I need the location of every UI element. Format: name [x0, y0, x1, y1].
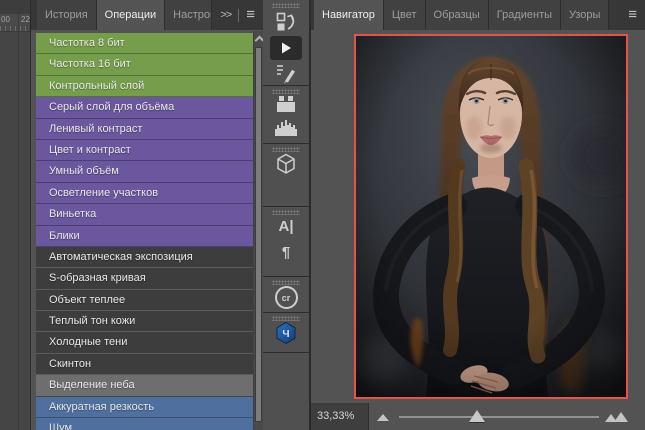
tab-actions[interactable]: Операции	[96, 0, 166, 30]
actions-scrollbar[interactable]	[253, 31, 265, 430]
cr-text: cr	[281, 292, 291, 303]
actions-tabbar: История Операции Настройки >> ≡	[31, 0, 263, 30]
actions-list: Частотка 8 бит Частотка 16 бит Контрольн…	[36, 33, 253, 430]
tab-swatches[interactable]: Образцы	[425, 0, 489, 30]
libraries-icon[interactable]	[263, 95, 309, 113]
tab-history[interactable]: История	[37, 0, 97, 30]
character-panel-icon[interactable]: A|	[263, 219, 309, 234]
zoom-slider-track[interactable]	[399, 416, 599, 418]
action-item[interactable]: Частотка 8 бит	[36, 33, 253, 55]
separator	[238, 8, 240, 22]
navigator-tabbar: Навигатор Цвет Образцы Градиенты Узоры ≡	[311, 0, 645, 30]
action-item[interactable]: Частотка 16 бит	[36, 54, 253, 76]
action-item[interactable]: Ленивый контраст	[36, 118, 253, 140]
tab-color[interactable]: Цвет	[383, 0, 426, 30]
tab-navigator[interactable]: Навигатор	[314, 0, 384, 30]
zoom-slider-thumb[interactable]	[469, 410, 485, 422]
plugin-icon[interactable]: Ч	[263, 321, 309, 345]
horizontal-ruler: 00 22	[0, 14, 30, 32]
group-drag-handle[interactable]	[272, 89, 300, 94]
ruler-mark: 22	[21, 15, 30, 24]
collapse-chevrons-icon[interactable]: >>	[220, 9, 232, 21]
panel-menu-icon[interactable]: ≡	[628, 0, 637, 30]
paragraph-glyph: ¶	[281, 244, 291, 261]
group-drag-handle[interactable]	[272, 280, 300, 285]
histogram-icon[interactable]	[263, 117, 309, 137]
action-item[interactable]: S-образная кривая	[36, 268, 253, 290]
ruler-ticks	[0, 26, 30, 31]
action-item[interactable]: Контрольный слой	[36, 75, 253, 98]
svg-text:Ч: Ч	[282, 329, 289, 340]
action-item[interactable]: Шум	[36, 418, 253, 430]
action-item[interactable]: Блики	[36, 225, 253, 247]
ruler-mark: 00	[1, 15, 10, 24]
action-item[interactable]: Теплый тон кожи	[36, 311, 253, 333]
group-divider	[263, 276, 309, 277]
action-item[interactable]: Холодные тени	[36, 332, 253, 354]
group-divider	[263, 352, 309, 353]
actions-panel: История Операции Настройки >> ≡ Частотка…	[30, 0, 265, 430]
tab-patterns[interactable]: Узоры	[561, 0, 610, 30]
action-item[interactable]: Объект теплее	[36, 289, 253, 312]
scrollbar-thumb[interactable]	[255, 47, 262, 422]
camera-raw-icon[interactable]: cr	[263, 286, 309, 309]
zoom-out-icon[interactable]	[377, 414, 389, 421]
group-divider	[263, 143, 309, 144]
preview-portrait-image	[356, 36, 626, 397]
panel-menu-icon[interactable]: ≡	[246, 0, 255, 30]
navigator-panel: Навигатор Цвет Образцы Градиенты Узоры ≡	[310, 0, 645, 430]
guide-line	[18, 0, 19, 430]
action-item[interactable]: Скинтон	[36, 353, 253, 376]
action-item[interactable]: Умный объём	[36, 161, 253, 183]
group-divider	[263, 312, 309, 313]
document-canvas-strip: 00 22	[0, 0, 30, 430]
tab-gradients[interactable]: Градиенты	[488, 0, 562, 30]
tab-adjustments[interactable]: Настройки	[165, 0, 213, 30]
play-button[interactable]	[270, 36, 302, 60]
action-item[interactable]: Виньетка	[36, 204, 253, 226]
action-item[interactable]: Осветление участков	[36, 182, 253, 205]
navigator-preview[interactable]	[354, 34, 628, 399]
action-item[interactable]: Серый слой для объёма	[36, 97, 253, 119]
action-item-selected[interactable]: Выделение неба	[36, 375, 253, 397]
3d-panel-icon[interactable]	[263, 152, 309, 176]
action-item[interactable]: Аккуратная резкость	[36, 396, 253, 419]
tool-presets-icon[interactable]	[263, 62, 309, 84]
action-item[interactable]: Автоматическая экспозиция	[36, 246, 253, 269]
group-divider	[263, 206, 309, 207]
action-item[interactable]: Цвет и контраст	[36, 139, 253, 162]
navigator-zoom-bar: 33,33%	[311, 403, 645, 430]
camera-raw-glyph: cr	[274, 286, 298, 309]
photoshop-workspace: 00 22 История Операции Настройки >> ≡ Ча…	[0, 0, 645, 430]
canvas-top-band	[0, 0, 30, 14]
group-drag-handle[interactable]	[272, 3, 300, 8]
character-glyph: A|	[278, 218, 294, 235]
group-divider	[263, 85, 309, 86]
zoom-in-icon[interactable]	[605, 411, 631, 422]
history-panel-icon[interactable]	[263, 10, 309, 34]
zoom-percent-field[interactable]: 33,33%	[311, 403, 369, 430]
panel-icon-dock: A| ¶ cr Ч	[263, 0, 310, 430]
group-drag-handle[interactable]	[272, 210, 300, 215]
actions-play-icon[interactable]	[263, 36, 309, 60]
paragraph-panel-icon[interactable]: ¶	[263, 245, 309, 260]
